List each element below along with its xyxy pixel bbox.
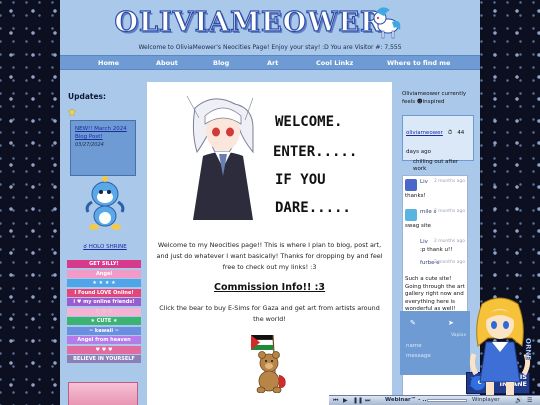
seek-bar[interactable] xyxy=(427,399,467,402)
chat-input-panel: ✎ ➤ Vapixx name message xyxy=(400,311,470,375)
chat-avatar xyxy=(405,179,417,191)
status-username[interactable]: oliviameower xyxy=(406,130,443,136)
post-date: 03/27/2024 xyxy=(75,142,104,148)
welcome-banner-image: WELCOME. ENTER..... IF YOU DARE..... xyxy=(186,95,357,220)
nav-blog[interactable]: Blog xyxy=(213,59,229,67)
mascot-character: ORNE xyxy=(469,297,532,396)
blinkie-stamp: ♥ ♥ ♥ xyxy=(67,345,141,354)
blinkie-stamp: i ♥ my online friends! xyxy=(67,298,141,306)
volume-icon[interactable]: 🔊 xyxy=(515,397,522,404)
music-player: ⏮ ▶ ❚❚ ⏭ Webinar™ - ... Winplayer 🔊 ☰ xyxy=(329,395,540,405)
holo-shrine-link[interactable]: ☌ HOLO SHRINE xyxy=(70,244,140,250)
prev-icon[interactable]: ⏮ xyxy=(333,397,338,405)
status-text: chilling out after work xyxy=(413,159,459,172)
sign-line-4: DARE..... xyxy=(275,200,351,216)
mascot-label: ORNE xyxy=(524,338,532,360)
menu-icon[interactable]: ☰ xyxy=(527,397,532,404)
blinkie-stamp: ♡ ♡ ♡ xyxy=(67,307,141,316)
player-brand: Winplayer xyxy=(472,397,500,403)
clock-icon: ⏱ xyxy=(447,130,453,136)
blinkie-stamp: BELIEVE IN YOURSELF xyxy=(67,355,141,363)
shrine-icon: ☌ xyxy=(83,244,87,250)
blinkie-stamp: Angel xyxy=(67,269,141,278)
play-icon[interactable]: ▶ xyxy=(343,397,348,404)
pause-icon[interactable]: ❚❚ xyxy=(353,397,363,404)
updates-box: NEW!! March 2024 Blog Post! 03/27/2024 xyxy=(70,120,136,176)
chao-image xyxy=(85,176,125,230)
chat-avatar xyxy=(405,209,417,221)
left-sidebar: Updates: NEW!! March 2024 Blog Post! 03/… xyxy=(64,82,142,405)
nav-art[interactable]: Art xyxy=(267,59,278,67)
pony-icon xyxy=(373,7,401,39)
pencil-icon[interactable]: ✎ xyxy=(410,319,416,327)
blinkie-stamp: ★ CUTE ★ xyxy=(67,317,141,325)
site-logo[interactable]: OLIVIAMEOWER xyxy=(114,4,383,40)
anime-girl-stamp xyxy=(68,382,138,405)
track-name: Webinar™ - ... xyxy=(385,397,429,403)
updates-heading: Updates: xyxy=(68,92,107,101)
stamp-collection: GET SILLY! Angel ★ ★ ★ ★ I Found LOVE Onlin… xyxy=(67,260,141,365)
blinkie-stamp: I Found LOVE Online! xyxy=(67,288,141,297)
blinkie-stamp: ★ ★ ★ ★ xyxy=(67,279,141,287)
next-icon[interactable]: ⏭ xyxy=(365,397,370,405)
blinkie-stamp: GET SILLY! xyxy=(67,260,141,268)
sign-line-3: IF YOU xyxy=(275,172,326,188)
nav-bar: Home About Blog Art Cool Linkz Where to … xyxy=(60,55,480,70)
nav-cool-linkz[interactable]: Cool Linkz xyxy=(316,59,353,67)
vips-label: Vapixx xyxy=(451,333,466,338)
gaza-bear-button[interactable] xyxy=(249,333,293,393)
nav-where-to-find-me[interactable]: Where to find me xyxy=(387,59,450,67)
chat-name-field[interactable]: name xyxy=(406,343,422,349)
sign-line-2: ENTER..... xyxy=(273,144,357,160)
commission-heading[interactable]: Commission Info!! :3 xyxy=(147,282,392,293)
nav-about[interactable]: About xyxy=(156,59,178,67)
chat-message-field[interactable]: message xyxy=(406,353,431,359)
star-icon xyxy=(68,108,76,116)
nav-home[interactable]: Home xyxy=(98,59,119,67)
blinkie-stamp: Angel from heaven xyxy=(67,336,141,344)
sign-line-1: WELCOME. xyxy=(275,114,342,130)
page-container: OLIVIAMEOWER Welcome to OliviaMeower's N… xyxy=(60,0,530,405)
header: OLIVIAMEOWER Welcome to OliviaMeower's N… xyxy=(60,0,480,56)
mood-text: Oliviameower currently feels ☻inspired xyxy=(402,91,467,105)
blinkie-stamp: ~ kawaii ~ xyxy=(67,326,141,335)
blog-post-link[interactable]: NEW!! March 2024 Blog Post! xyxy=(75,125,131,141)
welcome-banner: Welcome to OliviaMeower's Neocities Page… xyxy=(138,44,402,51)
status-box: oliviameower ⏱ 44 days ago chilling out … xyxy=(402,115,474,172)
main-content: WELCOME. ENTER..... IF YOU DARE..... Wel… xyxy=(147,82,392,405)
gaza-text: Click the bear to buy E-Sims for Gaza an… xyxy=(159,304,380,323)
intro-text: Welcome to my Neocities page!! This is w… xyxy=(156,241,383,271)
send-icon[interactable]: ➤ xyxy=(448,319,454,327)
